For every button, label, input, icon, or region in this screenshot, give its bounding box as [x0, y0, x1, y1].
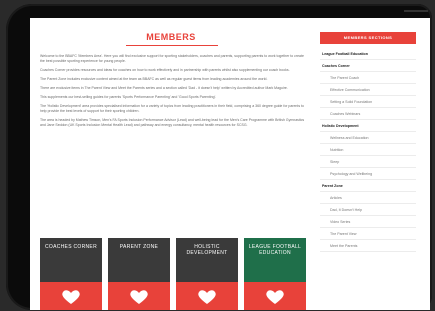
- heart-icon: [266, 290, 284, 304]
- section-tiles: COACHES CORNER PARENT ZONE HOLISTIC DEVE…: [40, 238, 306, 310]
- sidebar-item-articles[interactable]: Articles: [320, 192, 416, 204]
- sidebar-item-meet-the-parents[interactable]: Meet the Parents: [320, 240, 416, 252]
- tile-parent-zone[interactable]: PARENT ZONE: [108, 238, 170, 310]
- tile-red-band: [40, 282, 102, 310]
- main-content: MEMBERS Welcome to the BBAFC 'Members Ar…: [30, 18, 312, 310]
- page-title: MEMBERS: [146, 32, 196, 42]
- screen: MEMBERS Welcome to the BBAFC 'Members Ar…: [30, 18, 430, 310]
- heart-icon: [62, 290, 80, 304]
- paragraph: The 'Holistic Development' area provides…: [40, 104, 304, 113]
- sidebar-item-the-parent-view[interactable]: The Parent View: [320, 228, 416, 240]
- sidebar-menu: League Football Education Coaches Corner…: [320, 48, 416, 252]
- sidebar-item-parent-zone[interactable]: Parent Zone: [320, 180, 416, 192]
- tile-red-band: [108, 282, 170, 310]
- sidebar-item-effective-communication[interactable]: Effective Communication: [320, 84, 416, 96]
- tile-holistic-development[interactable]: HOLISTIC DEVELOPMENT: [176, 238, 238, 310]
- sidebar: MEMBERS SECTIONS League Football Educati…: [316, 18, 430, 310]
- sidebar-item-video-series[interactable]: Video Series: [320, 216, 416, 228]
- paragraph: Coaches Corner provides resources and id…: [40, 68, 290, 72]
- sidebar-item-dad-it-doesnt-help[interactable]: Dad, It Doesn't Help: [320, 204, 416, 216]
- tile-label: COACHES CORNER: [45, 244, 97, 250]
- paragraph: This supplements our best-selling guides…: [40, 95, 217, 99]
- intro-text: Welcome to the BBAFC 'Members Area'. Her…: [40, 54, 306, 132]
- paragraph: The area is headed by Mathew Timson, Men…: [40, 118, 305, 127]
- sidebar-item-wellness-and-education[interactable]: Wellness and Education: [320, 132, 416, 144]
- heart-icon: [198, 290, 216, 304]
- tile-label: HOLISTIC DEVELOPMENT: [186, 244, 228, 256]
- heart-icon: [130, 290, 148, 304]
- sidebar-item-setting-a-solid-foundation[interactable]: Setting a Solid Foundation: [320, 96, 416, 108]
- tile-red-band: [176, 282, 238, 310]
- paragraph: Welcome to the BBAFC 'Members Area'. Her…: [40, 54, 304, 63]
- sidebar-item-psychology-and-wellbeing[interactable]: Psychology and Wellbeing: [320, 168, 416, 180]
- tablet-frame: MEMBERS Welcome to the BBAFC 'Members Ar…: [6, 4, 432, 310]
- sidebar-item-league-football-education[interactable]: League Football Education: [320, 48, 416, 60]
- tile-red-band: [244, 282, 306, 310]
- tile-label: LEAGUE FOOTBALL EDUCATION: [248, 244, 302, 256]
- paragraph: The Parent Zone includes exclusive conte…: [40, 77, 268, 81]
- title-underline: [126, 45, 218, 46]
- sidebar-item-nutrition[interactable]: Nutrition: [320, 144, 416, 156]
- tile-coaches-corner[interactable]: COACHES CORNER: [40, 238, 102, 310]
- bezel-edge: [404, 10, 428, 12]
- tile-label: PARENT ZONE: [119, 244, 159, 250]
- sidebar-heading: MEMBERS SECTIONS: [320, 32, 416, 44]
- sidebar-item-coaches-corner[interactable]: Coaches Corner: [320, 60, 416, 72]
- sidebar-item-holistic-development[interactable]: Holistic Development: [320, 120, 416, 132]
- sidebar-item-the-parent-coach[interactable]: The Parent Coach: [320, 72, 416, 84]
- paragraph: There are exclusive items in The Parent …: [40, 86, 288, 90]
- sidebar-item-sleep[interactable]: Sleep: [320, 156, 416, 168]
- sidebar-item-coaches-webinars[interactable]: Coaches Webinars: [320, 108, 416, 120]
- tile-league-football-education[interactable]: LEAGUE FOOTBALL EDUCATION: [244, 238, 306, 310]
